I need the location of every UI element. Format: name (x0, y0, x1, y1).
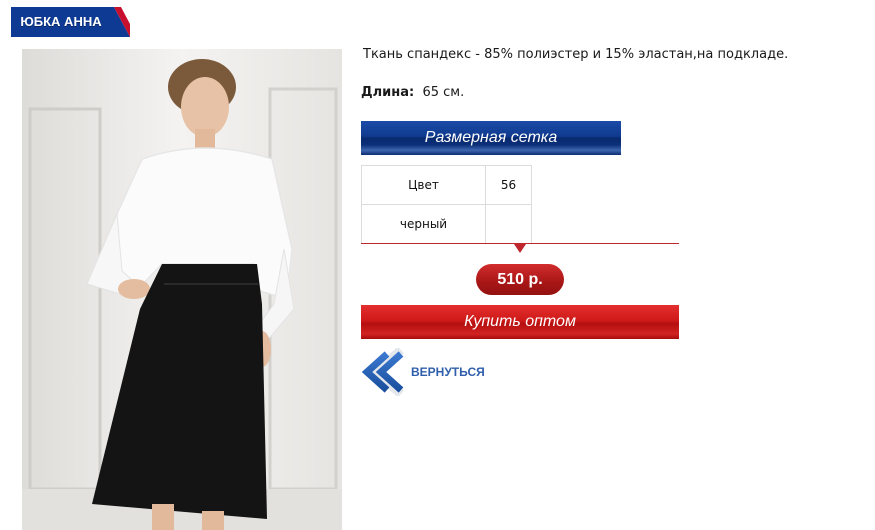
product-length: Длина: 65 см. (361, 85, 464, 100)
table-header-color: Цвет (361, 165, 486, 205)
length-value: 65 см. (422, 85, 465, 100)
divider-pointer-icon (514, 244, 526, 253)
table-row: Цвет 56 (361, 165, 532, 205)
table-header-size: 56 (485, 165, 532, 205)
buy-wholesale-button[interactable]: Купить оптом (361, 305, 679, 339)
back-link-label: ВЕРНУТЬСЯ (411, 365, 485, 379)
length-label: Длина: (361, 85, 415, 100)
table-row: черный (361, 204, 532, 244)
product-description: Ткань спандекс - 85% полиэстер и 15% эла… (363, 47, 789, 62)
price-badge: 510 р. (476, 264, 564, 295)
back-link[interactable]: ВЕРНУТЬСЯ (361, 348, 511, 396)
size-chart-button[interactable]: Размерная сетка (361, 121, 621, 155)
double-chevron-left-icon (361, 348, 404, 396)
product-title: ЮБКА АННА (20, 14, 102, 29)
table-cell-size[interactable] (485, 204, 532, 244)
size-table: Цвет 56 черный (361, 165, 532, 244)
product-photo (22, 49, 342, 530)
table-cell-color: черный (361, 204, 486, 244)
